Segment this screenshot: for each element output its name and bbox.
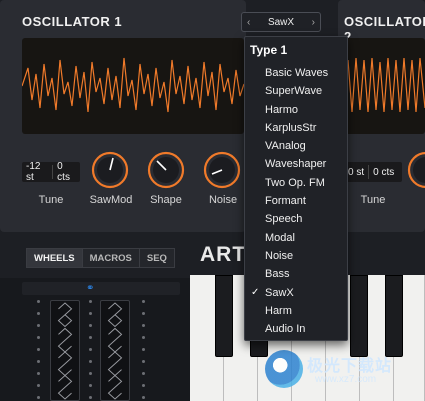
tune-label: Tune xyxy=(360,194,386,206)
watermark-logo-icon xyxy=(265,350,303,388)
watermark-text: 极光下载站 xyxy=(307,358,393,375)
mod-wheel[interactable] xyxy=(100,300,130,401)
menu-list: Basic Waves SuperWave Harmo KarplusStr V… xyxy=(245,64,347,338)
wheel-scale-dots xyxy=(140,300,146,400)
tab-seq[interactable]: SEQ xyxy=(138,248,175,268)
menu-item[interactable]: Harm xyxy=(245,302,347,320)
menu-item[interactable]: Two Op. FM xyxy=(245,174,347,192)
wheel-scale-dots xyxy=(87,300,93,400)
menu-item[interactable]: VAnalog xyxy=(245,137,347,155)
menu-item[interactable]: Audio In xyxy=(245,320,347,338)
shape-knob[interactable] xyxy=(146,150,186,190)
menu-item[interactable]: KarplusStr xyxy=(245,119,347,137)
menu-item[interactable]: Basic Waves xyxy=(245,64,347,82)
performance-tabs: WHEELS MACROS SEQ xyxy=(26,248,175,268)
black-key[interactable] xyxy=(350,275,368,357)
chevron-right-icon[interactable]: › xyxy=(312,17,315,28)
oscillator-type-menu: Type 1 Basic Waves SuperWave Harmo Karpl… xyxy=(244,36,348,341)
menu-item-label[interactable]: Waveshaper xyxy=(265,158,326,170)
fine-tune-value[interactable]: 0 cts xyxy=(53,161,80,183)
checkmark-icon: ✓ xyxy=(251,286,260,298)
fine-tune-value[interactable]: 0 cts xyxy=(369,167,398,178)
brand-logo-text: ART xyxy=(200,243,247,266)
menu-item[interactable]: Modal xyxy=(245,229,347,247)
menu-item-label[interactable]: VAnalog xyxy=(265,140,306,152)
sawmod-label: SawMod xyxy=(89,194,133,206)
wheel-scale-dots xyxy=(35,300,41,400)
wheels-panel xyxy=(0,278,190,401)
watermark-url: www.xz7.com xyxy=(315,374,377,385)
noise-knob[interactable] xyxy=(202,150,242,190)
oscillator-type-selector[interactable]: ‹ SawX › xyxy=(241,12,321,32)
oscillator-2-tune-display[interactable]: 0 st 0 cts xyxy=(344,162,402,182)
menu-item-label[interactable]: Two Op. FM xyxy=(265,177,325,189)
menu-item-label[interactable]: Harmo xyxy=(265,104,298,116)
menu-item[interactable]: Noise xyxy=(245,247,347,265)
menu-item[interactable]: Waveshaper xyxy=(245,155,347,173)
menu-item[interactable]: Bass xyxy=(245,265,347,283)
menu-item-label[interactable]: KarplusStr xyxy=(265,122,316,134)
menu-item-label[interactable]: Modal xyxy=(265,232,295,244)
menu-item-selected[interactable]: ✓ SawX xyxy=(245,284,347,302)
tab-wheels[interactable]: WHEELS xyxy=(26,248,83,268)
oscillator-1-panel: OSCILLATOR 1 -12 st 0 cts Tune SawMod Sh… xyxy=(0,0,246,232)
link-icon[interactable]: ⚭ xyxy=(86,283,94,294)
menu-item-label[interactable]: Speech xyxy=(265,213,302,225)
oscillator-1-tune-display[interactable]: -12 st 0 cts xyxy=(22,161,80,183)
menu-item-label[interactable]: SuperWave xyxy=(265,85,322,97)
menu-group-heading: Type 1 xyxy=(250,43,288,57)
oscillator-2-waveform-display xyxy=(344,38,425,134)
menu-item[interactable]: Speech xyxy=(245,210,347,228)
menu-item[interactable]: Formant xyxy=(245,192,347,210)
sawmod-knob[interactable] xyxy=(90,150,130,190)
oscillator-1-waveform-display xyxy=(22,38,244,134)
black-key[interactable] xyxy=(385,275,403,357)
pitch-wheel[interactable] xyxy=(50,300,80,401)
coarse-tune-value[interactable]: -12 st xyxy=(22,161,52,183)
osc2-knob[interactable] xyxy=(406,150,425,190)
menu-item-label[interactable]: SawX xyxy=(265,287,294,299)
menu-item-label[interactable]: Audio In xyxy=(265,323,305,335)
tab-macros[interactable]: MACROS xyxy=(81,248,140,268)
menu-item[interactable]: SuperWave xyxy=(245,82,347,100)
menu-item-label[interactable]: Harm xyxy=(265,305,292,317)
selector-value[interactable]: SawX xyxy=(268,17,294,28)
oscillator-2-panel: OSCILLATOR 2 0 st 0 cts Tune xyxy=(338,0,425,232)
watermark: 极光下载站 www.xz7.com xyxy=(265,348,421,394)
menu-item-label[interactable]: Formant xyxy=(265,195,306,207)
tune-label: Tune xyxy=(38,194,64,206)
shape-label: Shape xyxy=(150,194,182,206)
wheels-header-bar xyxy=(22,282,180,295)
black-key[interactable] xyxy=(215,275,233,357)
menu-item-label[interactable]: Bass xyxy=(265,268,289,280)
menu-item-label[interactable]: Basic Waves xyxy=(265,67,328,79)
oscillator-1-title: OSCILLATOR 1 xyxy=(22,14,123,29)
noise-label: Noise xyxy=(208,194,238,206)
menu-item[interactable]: Harmo xyxy=(245,101,347,119)
menu-item-label[interactable]: Noise xyxy=(265,250,293,262)
chevron-left-icon[interactable]: ‹ xyxy=(247,17,250,28)
